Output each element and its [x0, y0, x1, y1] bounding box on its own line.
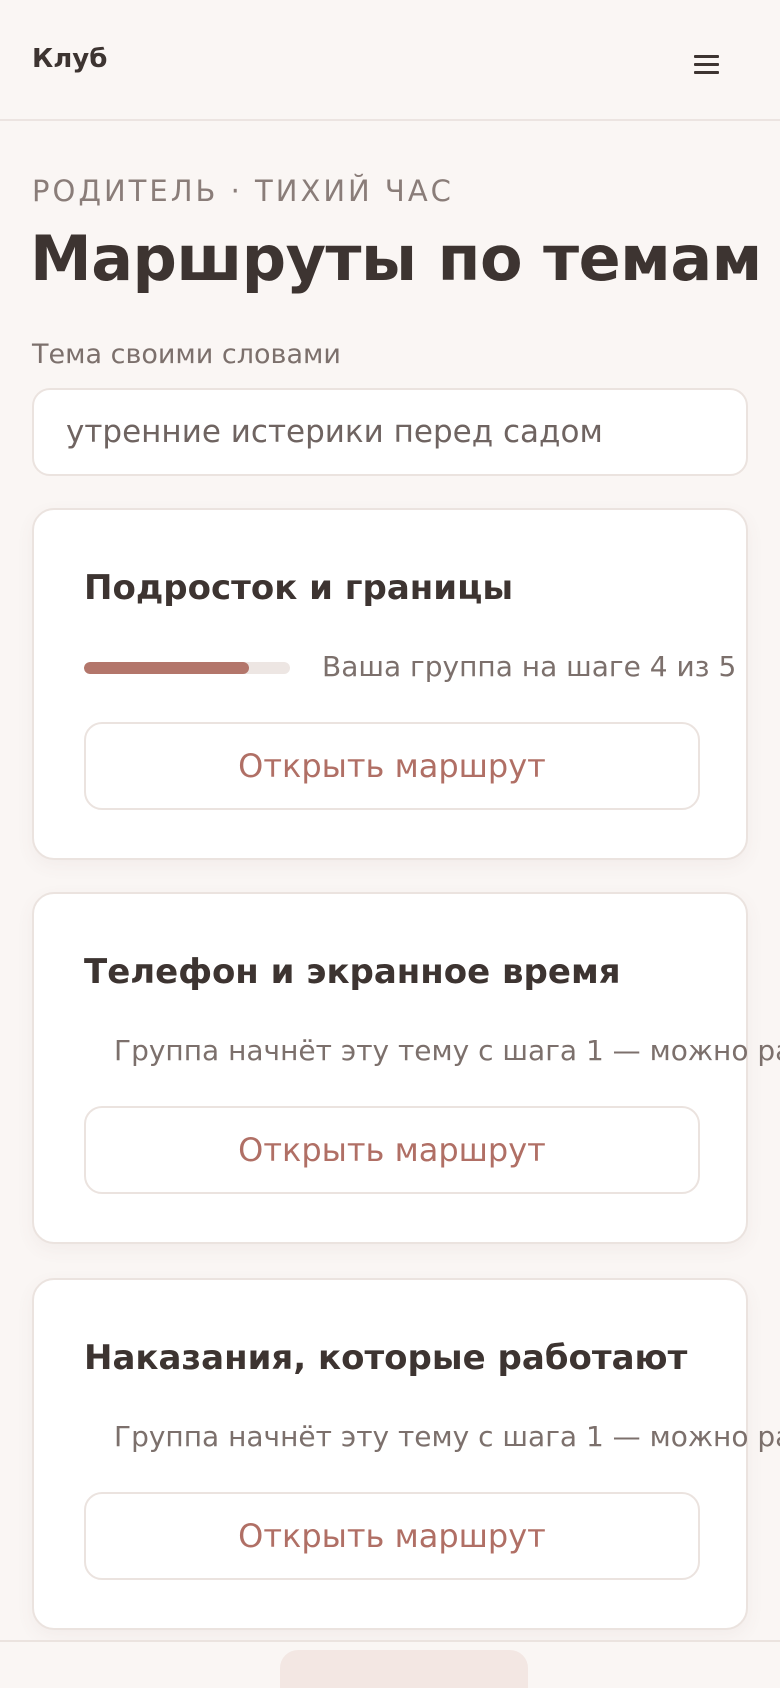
route-card: Наказания, которые работают Группа начнё…: [32, 1278, 780, 1630]
route-card-title: Телефон и экранное время: [84, 952, 621, 992]
route-card-title: Подросток и границы: [84, 568, 514, 608]
route-card: Подросток и границы Ваша группа на шаге …: [32, 508, 748, 860]
route-status: Ваша группа на шаге 4 из 5: [322, 650, 737, 683]
routes-list: Подросток и границы Ваша группа на шаге …: [0, 0, 780, 1688]
route-status: Группа начнёт эту тему с шага 1 — можно …: [114, 1420, 780, 1453]
route-progress-fill: [84, 662, 249, 674]
nav-active-highlight[interactable]: [280, 1650, 528, 1688]
route-progress-bar: [84, 662, 290, 674]
open-route-button[interactable]: Открыть маршрут: [84, 722, 700, 810]
open-route-button[interactable]: Открыть маршрут: [84, 1106, 700, 1194]
bottom-navigation: [0, 1640, 780, 1688]
open-route-button[interactable]: Открыть маршрут: [84, 1492, 700, 1580]
route-card-title: Наказания, которые работают: [84, 1338, 688, 1378]
route-card: Телефон и экранное время Группа начнёт э…: [32, 892, 780, 1244]
route-status: Группа начнёт эту тему с шага 1 — можно …: [114, 1034, 780, 1067]
